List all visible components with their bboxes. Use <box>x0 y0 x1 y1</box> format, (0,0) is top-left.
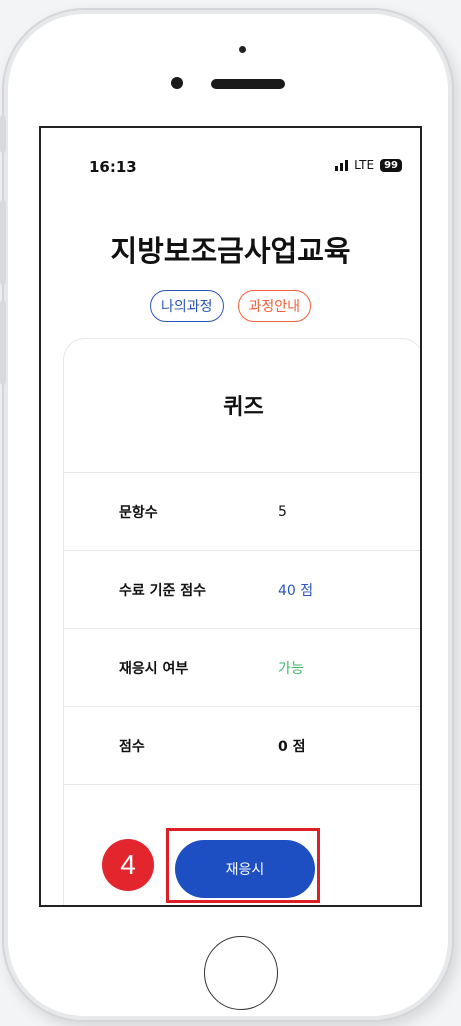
status-indicators: LTE 99 <box>335 158 402 172</box>
info-row-passing-score: 수료 기준 점수 40 점 <box>64 550 420 629</box>
step-number-badge: 4 <box>102 839 154 891</box>
row-value: 40 점 <box>278 583 314 599</box>
front-camera <box>171 77 183 89</box>
quiz-card: 퀴즈 문항수 5 수료 기준 점수 40 점 재응시 여부 가능 점수 0 점 <box>63 338 420 905</box>
row-value: 5 <box>278 504 287 520</box>
front-sensor <box>239 46 246 53</box>
highlight-box <box>166 828 320 903</box>
row-divider <box>64 784 420 785</box>
mute-switch <box>0 115 6 153</box>
row-label: 재응시 여부 <box>119 661 189 677</box>
volume-up-button <box>0 200 6 285</box>
row-label: 점수 <box>119 739 145 755</box>
course-info-button[interactable]: 과정안내 <box>237 290 312 322</box>
page-title: 지방보조금사업교육 <box>110 234 351 268</box>
app-screen: 16:13 LTE 99 지방보조금사업교육 나의과정 과정안내 퀴즈 문항수 … <box>39 126 422 907</box>
row-label: 문항수 <box>119 505 158 521</box>
volume-down-button <box>0 300 6 385</box>
info-row-score: 점수 0 점 <box>64 706 420 785</box>
row-value: 0 점 <box>278 739 306 755</box>
home-button[interactable] <box>204 936 278 1010</box>
info-row-retake-allowed: 재응시 여부 가능 <box>64 628 420 707</box>
row-label: 수료 기준 점수 <box>119 583 207 599</box>
my-courses-button[interactable]: 나의과정 <box>149 290 224 322</box>
battery-icon: 99 <box>380 158 402 172</box>
row-value: 가능 <box>278 661 304 677</box>
nav-pills: 나의과정 과정안내 <box>41 290 420 322</box>
quiz-title: 퀴즈 <box>223 395 264 420</box>
status-bar: 16:13 LTE 99 <box>89 158 402 178</box>
earpiece-speaker <box>211 79 285 89</box>
signal-icon <box>335 159 349 171</box>
info-row-question-count: 문항수 5 <box>64 472 420 551</box>
status-time: 16:13 <box>89 158 137 176</box>
network-type: LTE <box>354 158 375 172</box>
